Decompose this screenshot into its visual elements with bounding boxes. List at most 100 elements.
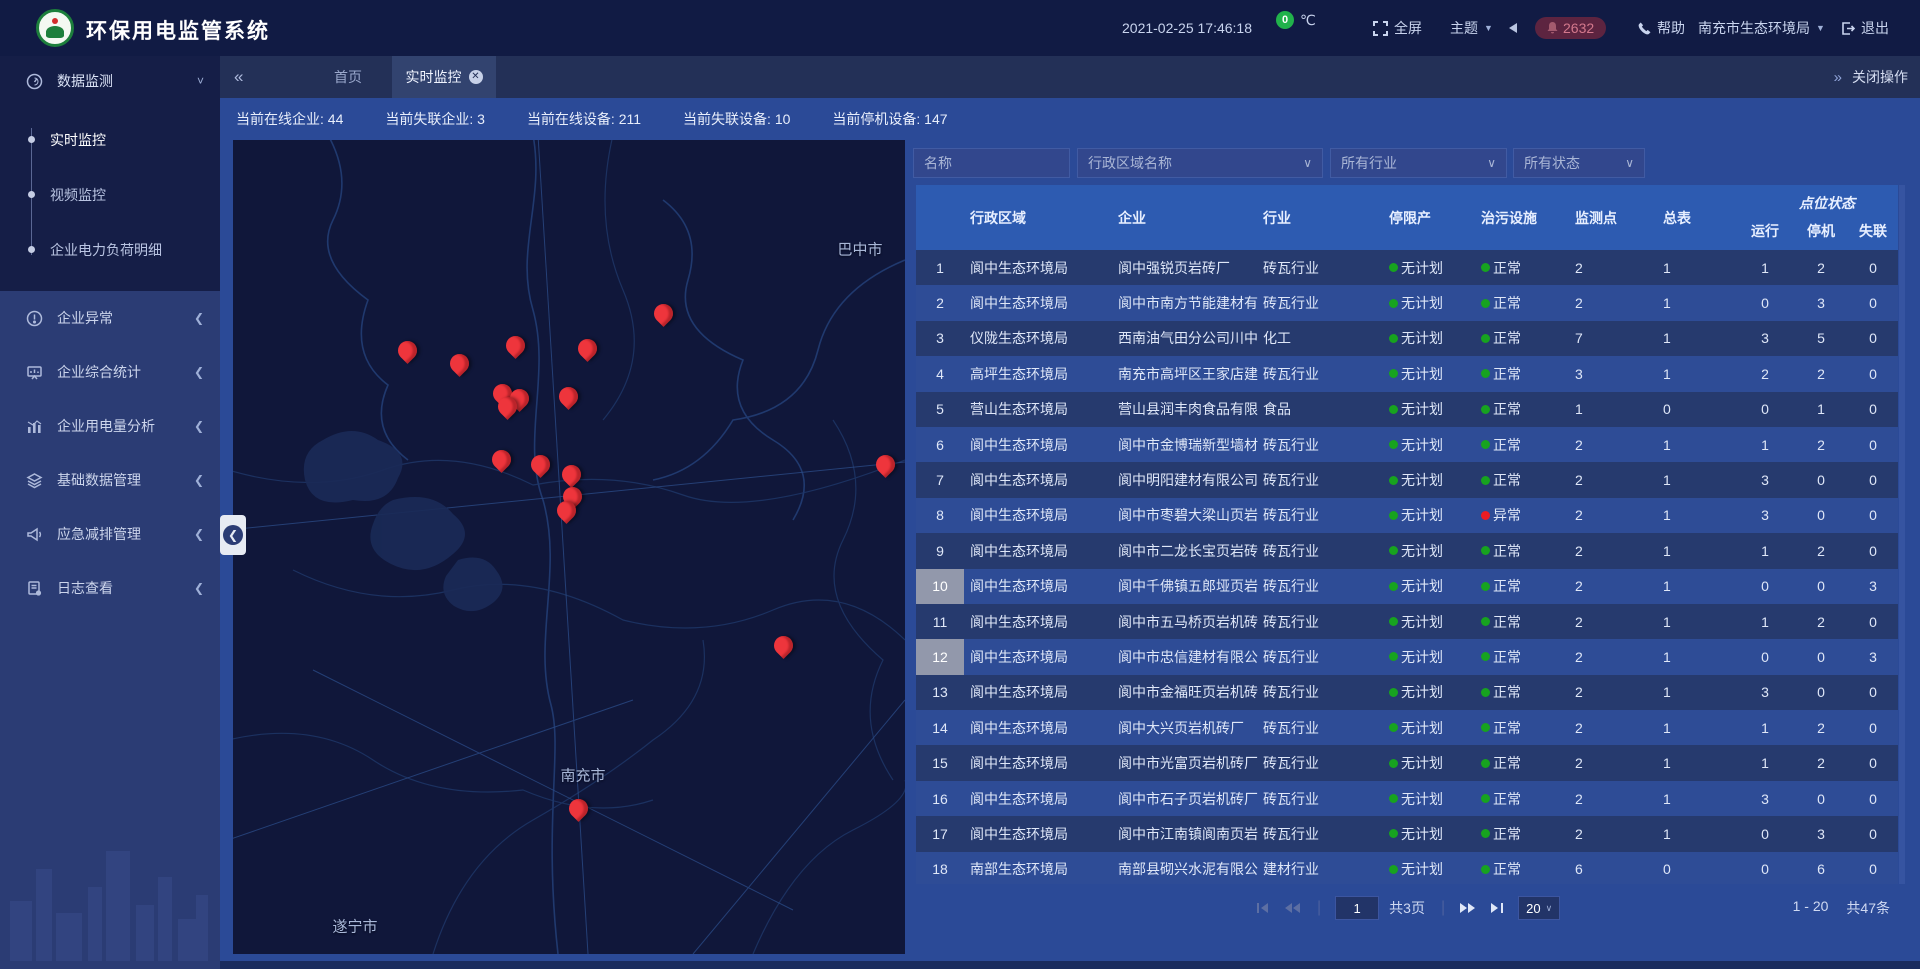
status-dot-green xyxy=(1389,652,1398,661)
industry-select[interactable]: 所有行业 ∨ xyxy=(1330,148,1507,178)
cell-company: 阆中市光富页岩机砖厂 xyxy=(1106,745,1261,780)
tab-realtime-monitor[interactable]: 实时监控 ✕ xyxy=(392,56,496,98)
table-row[interactable]: 6阆中生态环境局阆中市金博瑞新型墙材砖瓦行业无计划正常21120 xyxy=(916,427,1898,462)
table-row[interactable]: 2阆中生态环境局阆中市南方节能建材有砖瓦行业无计划正常21030 xyxy=(916,285,1898,320)
page-number-input[interactable] xyxy=(1335,896,1379,920)
cell-main-meter: 1 xyxy=(1651,675,1736,710)
status-dot-green xyxy=(1389,688,1398,697)
chevron-collapsed-icon: ❮ xyxy=(194,473,204,487)
cell-monitor-points: 2 xyxy=(1561,285,1651,320)
notification-badge[interactable]: 2632 xyxy=(1535,0,1606,56)
cell-stopped: 1 xyxy=(1794,392,1848,427)
status-select[interactable]: 所有状态 ∨ xyxy=(1513,148,1645,178)
table-row[interactable]: 12阆中生态环境局阆中市忠信建材有限公砖瓦行业无计划正常21003 xyxy=(916,639,1898,674)
sidebar-item-企业综合统计[interactable]: 企业综合统计❮ xyxy=(0,345,220,399)
bell-icon xyxy=(1547,22,1558,34)
table-row[interactable]: 5营山生态环境局营山县润丰肉食品有限食品无计划正常10010 xyxy=(916,392,1898,427)
cell-disconnected: 0 xyxy=(1848,462,1898,497)
col-header-monitor-points: 监测点 xyxy=(1575,185,1617,250)
status-dot-green xyxy=(1481,476,1490,485)
theme-dropdown[interactable]: 主题 ▼ xyxy=(1450,0,1493,56)
last-page-icon[interactable] xyxy=(1490,902,1504,914)
cell-region: 营山生态环境局 xyxy=(964,392,1106,427)
table-scrollbar[interactable] xyxy=(1899,185,1905,884)
sidebar-item-企业用电量分析[interactable]: 企业用电量分析❮ xyxy=(0,399,220,453)
table-row[interactable]: 18南部生态环境局南部县砌兴水泥有限公建材行业无计划正常60060 xyxy=(916,852,1898,884)
enterprise-table: 行政区域 企业 行业 停限产 治污设施 监测点 总表 点位状态 运行 停机 失联… xyxy=(916,185,1898,884)
cell-stop-production: 无计划 xyxy=(1361,569,1461,604)
status-dot-green xyxy=(1389,617,1398,626)
next-page-icon[interactable] xyxy=(1459,902,1476,914)
status-dot-green xyxy=(1481,582,1490,591)
sidebar-item-日志查看[interactable]: 日志查看❮ xyxy=(0,561,220,615)
sidebar-item-基础数据管理[interactable]: 基础数据管理❮ xyxy=(0,453,220,507)
cell-monitor-points: 2 xyxy=(1561,427,1651,462)
cell-stop-production: 无计划 xyxy=(1361,285,1461,320)
sidebar-item-0[interactable]: 数据监测˅ xyxy=(0,56,220,106)
table-header: 行政区域 企业 行业 停限产 治污设施 监测点 总表 点位状态 运行 停机 失联 xyxy=(916,185,1898,250)
cell-stop-production: 无计划 xyxy=(1361,710,1461,745)
sidebar-subitem-视频监控[interactable]: 视频监控 xyxy=(0,167,220,222)
page-size-select[interactable]: 20 ∨ xyxy=(1518,896,1560,920)
close-tab-icon[interactable]: ✕ xyxy=(469,70,483,84)
first-page-icon[interactable] xyxy=(1256,902,1270,914)
cell-disconnected: 0 xyxy=(1848,250,1898,285)
previous-page-icon[interactable] xyxy=(1284,902,1301,914)
table-row[interactable]: 8阆中生态环境局阆中市枣碧大梁山页岩砖瓦行业无计划异常21300 xyxy=(916,498,1898,533)
table-row[interactable]: 11阆中生态环境局阆中市五马桥页岩机砖砖瓦行业无计划正常21120 xyxy=(916,604,1898,639)
sidebar-subitem-label: 视频监控 xyxy=(50,185,106,205)
status-dot-green xyxy=(1389,334,1398,343)
sidebar-item-应急减排管理[interactable]: 应急减排管理❮ xyxy=(0,507,220,561)
table-row[interactable]: 4高坪生态环境局南充市高坪区王家店建砖瓦行业无计划正常31220 xyxy=(916,356,1898,391)
map-boundaries xyxy=(233,140,905,954)
row-number: 1 xyxy=(916,250,964,285)
sidebar-subitem-实时监控[interactable]: 实时监控 xyxy=(0,112,220,167)
close-operations-button[interactable]: 关闭操作 xyxy=(1852,67,1908,87)
sidebar-subitem-企业电力负荷明细[interactable]: 企业电力负荷明细 xyxy=(0,222,220,277)
table-row[interactable]: 10阆中生态环境局阆中千佛镇五郎垭页岩砖瓦行业无计划正常21003 xyxy=(916,569,1898,604)
cell-region: 阆中生态环境局 xyxy=(964,710,1106,745)
cell-industry: 砖瓦行业 xyxy=(1261,745,1361,780)
cell-main-meter: 1 xyxy=(1651,639,1736,674)
cell-stop-production: 无计划 xyxy=(1361,781,1461,816)
cell-running: 3 xyxy=(1736,675,1794,710)
cell-region: 阆中生态环境局 xyxy=(964,427,1106,462)
table-row[interactable]: 1阆中生态环境局阆中强锐页岩砖厂砖瓦行业无计划正常21120 xyxy=(916,250,1898,285)
organization-dropdown[interactable]: 南充市生态环境局 ▼ xyxy=(1698,0,1825,56)
fullscreen-button[interactable]: 全屏 xyxy=(1373,0,1422,56)
row-number: 11 xyxy=(916,604,964,639)
table-row[interactable]: 15阆中生态环境局阆中市光富页岩机砖厂砖瓦行业无计划正常21120 xyxy=(916,745,1898,780)
table-row[interactable]: 14阆中生态环境局阆中大兴页岩机砖厂砖瓦行业无计划正常21120 xyxy=(916,710,1898,745)
table-row[interactable]: 7阆中生态环境局阆中明阳建材有限公司砖瓦行业无计划正常21300 xyxy=(916,462,1898,497)
sidebar-collapse-button[interactable]: ❮ xyxy=(220,515,246,555)
cell-disconnected: 0 xyxy=(1848,781,1898,816)
fullscreen-icon xyxy=(1373,21,1388,36)
sidebar-item-企业异常[interactable]: 企业异常❮ xyxy=(0,291,220,345)
tab-bar: « 首页 实时监控 ✕ » 关闭操作 xyxy=(220,56,1920,98)
status-dot-green xyxy=(1481,865,1490,874)
cell-disconnected: 0 xyxy=(1848,427,1898,462)
temperature-unit: ℃ xyxy=(1300,12,1316,29)
table-row[interactable]: 3仪陇生态环境局西南油气田分公司川中化工无计划正常71350 xyxy=(916,321,1898,356)
cell-main-meter: 1 xyxy=(1651,781,1736,816)
mute-toggle[interactable] xyxy=(1506,0,1518,56)
cell-running: 1 xyxy=(1736,427,1794,462)
tab-home[interactable]: 首页 xyxy=(312,56,384,98)
cell-pollution-facility: 正常 xyxy=(1461,285,1561,320)
help-button[interactable]: 帮助 xyxy=(1638,0,1685,56)
tabs-scroll-left-icon[interactable]: « xyxy=(234,56,243,98)
name-search-input[interactable] xyxy=(913,148,1070,178)
row-number: 14 xyxy=(916,710,964,745)
cell-region: 阆中生态环境局 xyxy=(964,745,1106,780)
table-row[interactable]: 13阆中生态环境局阆中市金福旺页岩机砖砖瓦行业无计划正常21300 xyxy=(916,675,1898,710)
logout-button[interactable]: 退出 xyxy=(1841,0,1889,56)
cell-industry: 砖瓦行业 xyxy=(1261,533,1361,568)
tabs-scroll-right-icon[interactable]: » xyxy=(1834,69,1842,86)
table-row[interactable]: 9阆中生态环境局阆中市二龙长宝页岩砖砖瓦行业无计划正常21120 xyxy=(916,533,1898,568)
app-title: 环保用电监管系统 xyxy=(86,15,270,45)
col-header-disconnected: 失联 xyxy=(1848,217,1898,245)
gis-map[interactable]: 巴中市南充市遂宁市 xyxy=(233,140,905,954)
region-select[interactable]: 行政区域名称 ∨ xyxy=(1077,148,1323,178)
table-row[interactable]: 16阆中生态环境局阆中市石子页岩机砖厂砖瓦行业无计划正常21300 xyxy=(916,781,1898,816)
table-row[interactable]: 17阆中生态环境局阆中市江南镇阆南页岩砖瓦行业无计划正常21030 xyxy=(916,816,1898,851)
